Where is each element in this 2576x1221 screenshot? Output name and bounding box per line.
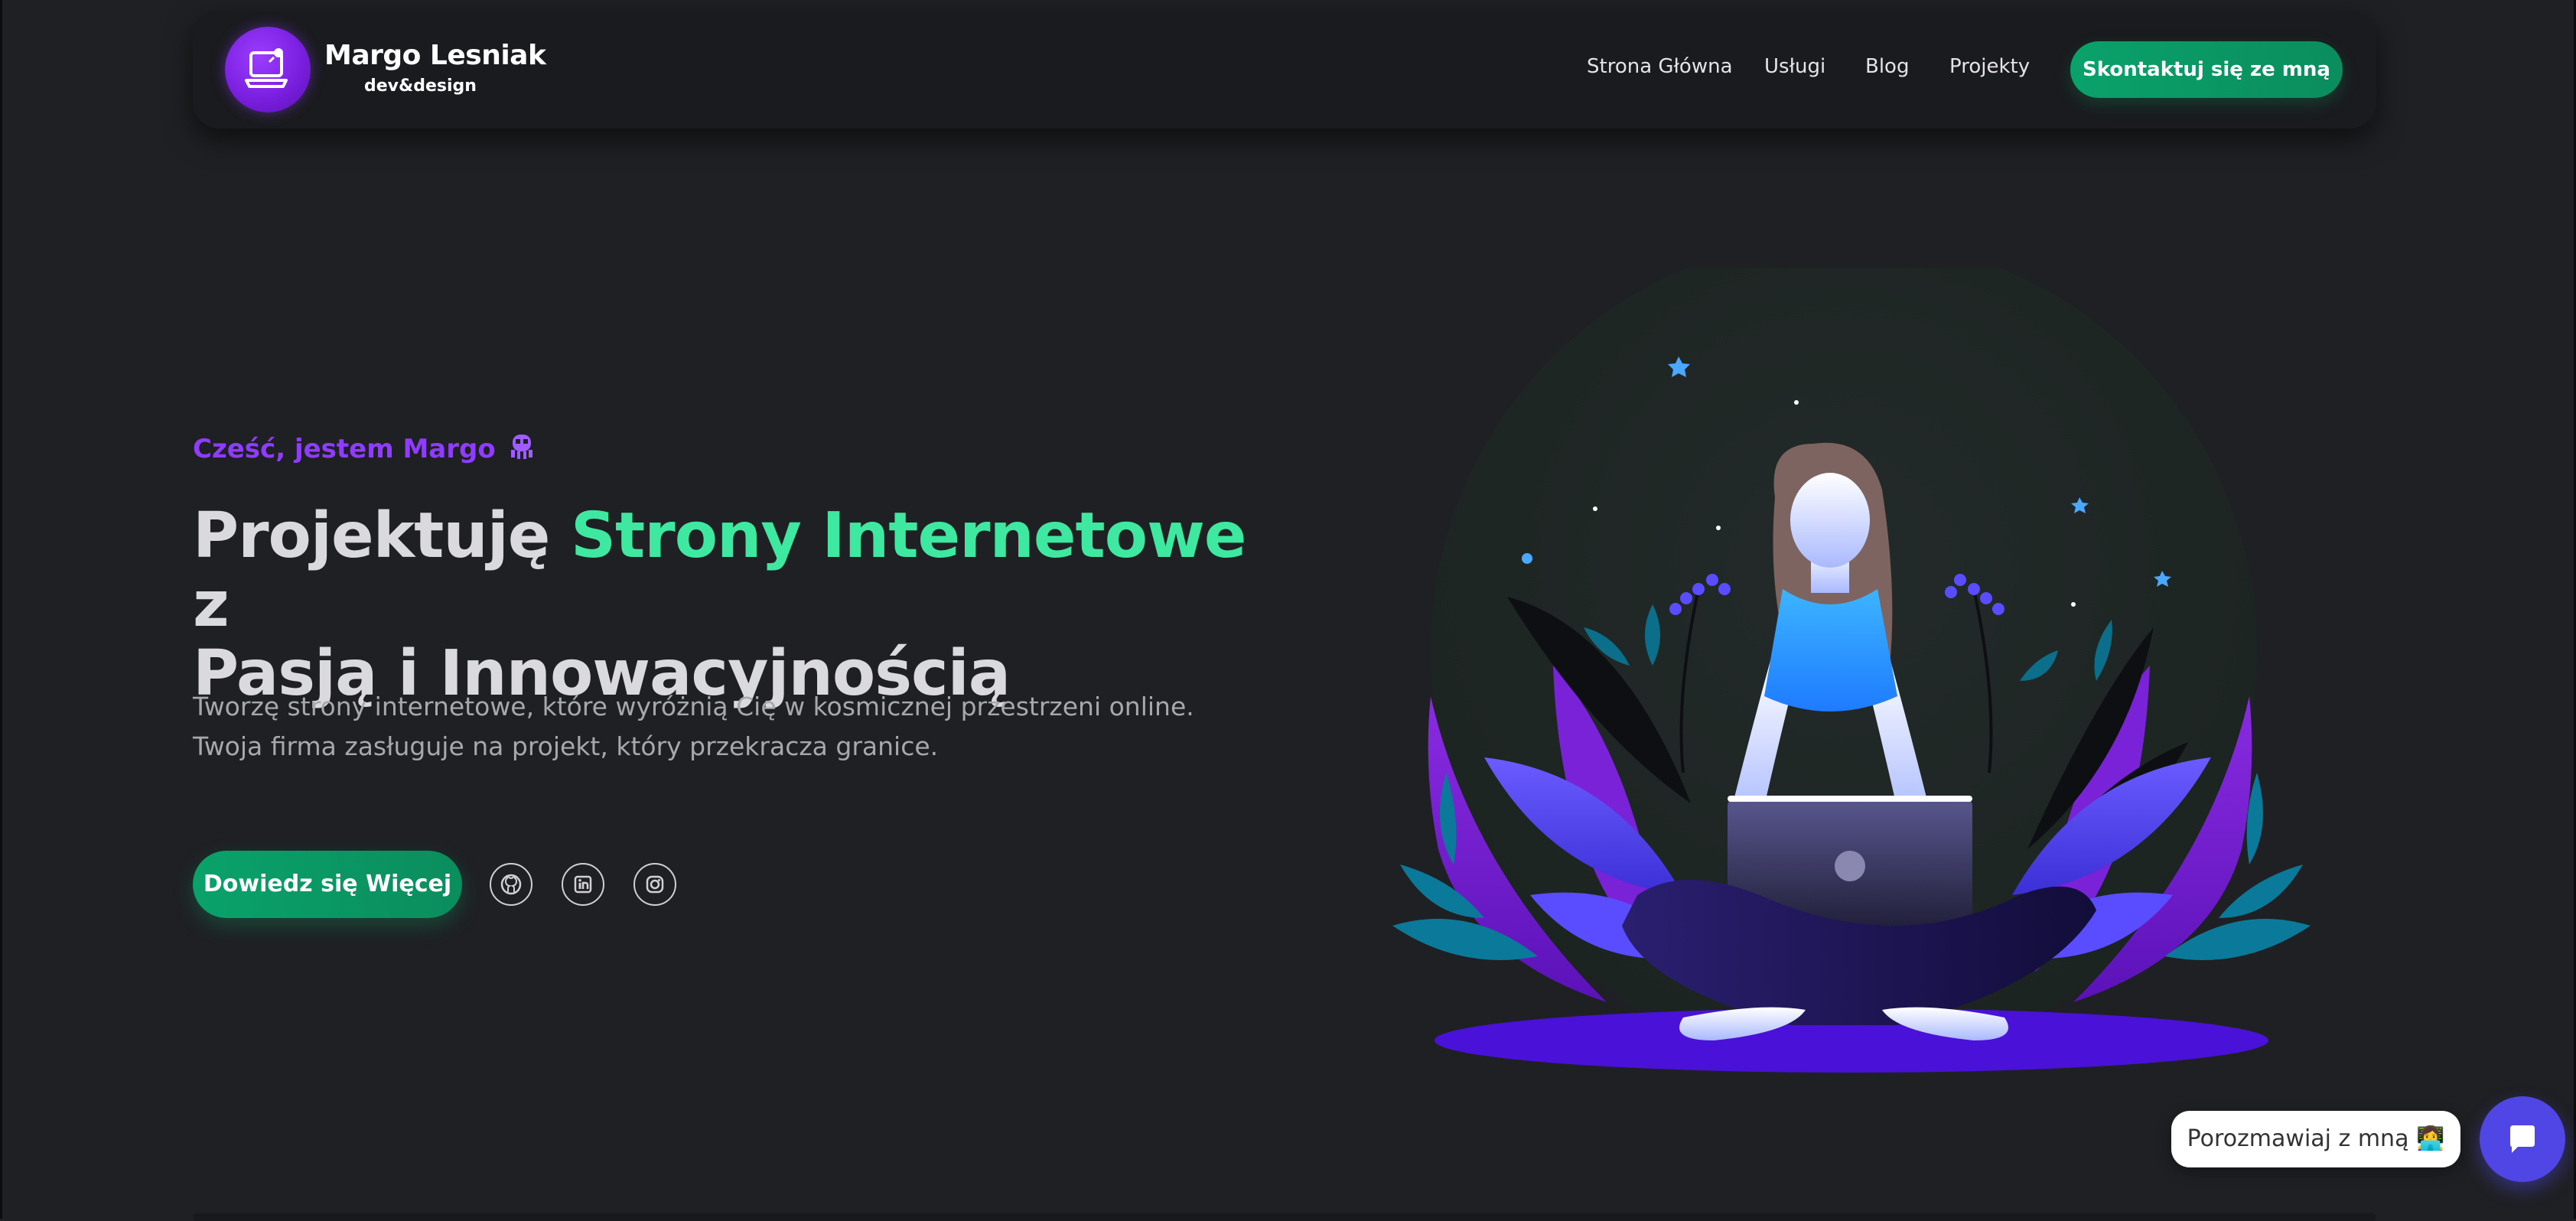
brand-tagline: dev&design [364,77,477,96]
next-section-edge [193,1213,2376,1221]
hero-description: Tworzę strony internetowe, które wyróżni… [193,687,1264,767]
description-line2: Twoja firma zasługuje na projekt, który … [193,731,939,761]
nav-link-projects[interactable]: Projekty [1949,55,2030,78]
instagram-link[interactable] [633,863,676,906]
linkedin-icon [574,875,592,894]
github-link[interactable] [490,863,532,906]
instagram-icon [646,875,664,894]
learn-more-button[interactable]: Dowiedz się Więcej [193,851,462,918]
nav-link-services[interactable]: Usługi [1764,55,1825,78]
greeting: Cześć, jestem Margo [193,430,537,467]
linkedin-link[interactable] [562,863,604,906]
greeting-text: Cześć, jestem Margo [193,434,496,464]
github-icon [500,874,522,895]
logo[interactable] [225,27,311,112]
chat-open-button[interactable] [2480,1096,2565,1182]
hero-illustration [1392,268,2311,1073]
headline-part1: Projektuję [193,500,550,572]
navbar: Margo Lesniak dev&design Strona Główna U… [193,11,2376,129]
hero-headline: Projektuję Strony Internetowe z Pasją i … [193,502,1264,708]
laptop-rocket-icon [245,48,288,88]
chat-prompt-bubble[interactable]: Porozmawiaj z mną 👩‍💻 [2171,1111,2460,1167]
brand-name[interactable]: Margo Lesniak [324,40,546,71]
nav-link-home[interactable]: Strona Główna [1587,55,1733,78]
chat-icon [2510,1125,2535,1153]
window-edge-left [0,0,2,1219]
headline-accent: Strony Internetowe [571,500,1246,572]
alien-monster-icon [506,430,537,467]
contact-button[interactable]: Skontaktuj się ze mną [2070,41,2343,98]
description-line1: Tworzę strony internetowe, które wyróżni… [193,692,1194,721]
headline-part2: z [193,568,230,641]
nav-link-blog[interactable]: Blog [1865,55,1909,78]
